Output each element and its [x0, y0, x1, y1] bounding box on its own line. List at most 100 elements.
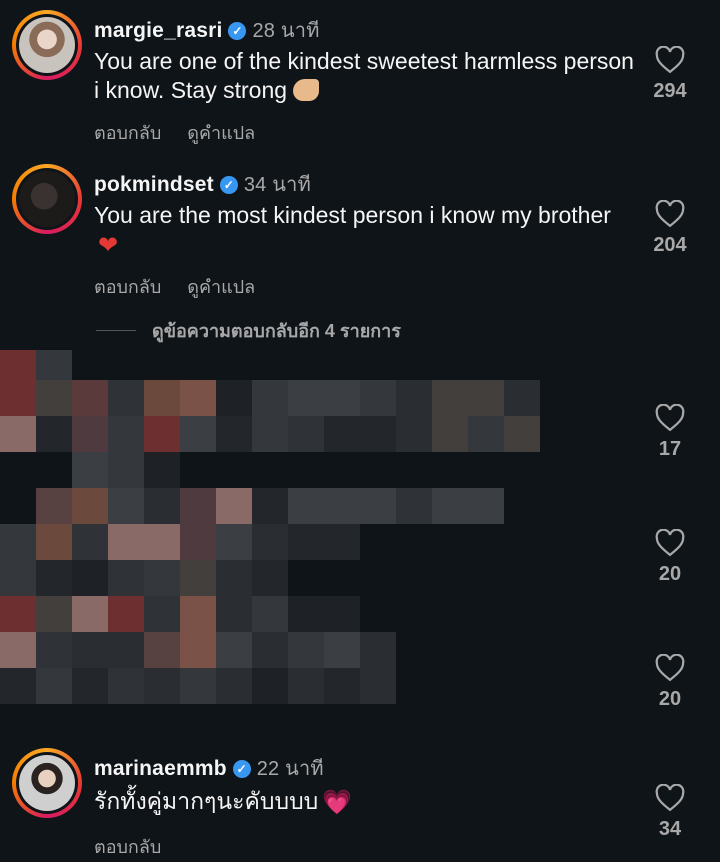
pixel-block [72, 524, 108, 560]
pixel-block [288, 524, 324, 560]
pixel-block [72, 416, 108, 452]
see-translation-button[interactable]: ดูคำแปล [187, 123, 255, 143]
pixel-block [504, 380, 540, 416]
like-area: 204 [640, 200, 700, 257]
pixel-block [72, 488, 108, 524]
pixel-block [72, 380, 108, 416]
pixel-block [216, 524, 252, 560]
pixel-block [36, 596, 72, 632]
pixel-block [504, 416, 540, 452]
heart-icon[interactable] [655, 404, 685, 432]
pixel-block [432, 488, 468, 524]
avatar[interactable] [12, 10, 82, 80]
pixel-block [0, 380, 36, 416]
view-more-replies-button[interactable]: ดูข้อความตอบกลับอีก 4 รายการ [96, 316, 401, 345]
avatar[interactable] [12, 748, 82, 818]
flexed-biceps-icon [293, 79, 320, 101]
pixel-block [180, 380, 216, 416]
heart-icon[interactable] [655, 529, 685, 557]
pixel-block [468, 416, 504, 452]
pixel-block [144, 596, 180, 632]
pixel-block [324, 380, 360, 416]
pixel-block [144, 632, 180, 668]
pixel-block [252, 416, 288, 452]
verified-badge-icon: ✓ [232, 760, 251, 778]
pixel-block [72, 452, 108, 488]
pixel-block [108, 488, 144, 524]
pixel-block [144, 524, 180, 560]
like-count: 34 [658, 818, 682, 840]
pixel-block [216, 632, 252, 668]
timestamp: 22 นาที [256, 758, 324, 780]
pixel-block [72, 560, 108, 596]
pixelated-censored-content [0, 350, 560, 720]
pixel-block [468, 488, 504, 524]
pixel-block [360, 416, 396, 452]
heart-icon[interactable] [655, 200, 685, 228]
like-area: 17 [640, 404, 700, 461]
reply-button[interactable]: ตอบกลับ [94, 837, 161, 857]
pixel-block [108, 632, 144, 668]
pixel-block [216, 488, 252, 524]
pixel-block [432, 380, 468, 416]
pixel-block [72, 596, 108, 632]
pixel-block [252, 488, 288, 524]
pixel-block [144, 452, 180, 488]
username[interactable]: margie_rasri [94, 19, 222, 42]
timestamp: 28 นาที [252, 20, 320, 42]
pixel-block [252, 524, 288, 560]
reply-button[interactable]: ตอบกลับ [94, 277, 161, 297]
pixel-block [288, 596, 324, 632]
heart-icon[interactable] [655, 784, 685, 812]
avatar[interactable] [12, 164, 82, 234]
like-area: 20 [640, 529, 700, 586]
like-count: 294 [653, 80, 687, 102]
pixel-block [108, 596, 144, 632]
username[interactable]: marinaemmb [94, 757, 227, 780]
pixel-block [288, 416, 324, 452]
pixel-block [72, 632, 108, 668]
heart-icon[interactable] [655, 654, 685, 682]
like-area: 294 [640, 46, 700, 103]
pixel-block [216, 668, 252, 704]
pixel-block [288, 380, 324, 416]
comment-text: You are one of the kindest sweetest harm… [94, 48, 634, 103]
pixel-block [108, 560, 144, 596]
pixel-block [0, 632, 36, 668]
pixel-block [0, 596, 36, 632]
pixel-block [0, 416, 36, 452]
pixel-block [36, 488, 72, 524]
pixel-block [396, 488, 432, 524]
like-count: 20 [658, 563, 682, 585]
pixel-block [432, 416, 468, 452]
sparkling-heart-icon: 💗 [322, 789, 353, 816]
pixel-block [360, 380, 396, 416]
pixel-block [108, 524, 144, 560]
pixel-block [252, 560, 288, 596]
see-translation-button[interactable]: ดูคำแปล [187, 277, 255, 297]
pixel-block [108, 380, 144, 416]
pixel-block [36, 632, 72, 668]
pixel-block [180, 416, 216, 452]
like-count: 17 [658, 438, 682, 460]
pixel-block [252, 380, 288, 416]
red-heart-icon: ❤ [98, 232, 119, 259]
pixel-block [180, 632, 216, 668]
pixel-block [144, 488, 180, 524]
pixel-block [108, 452, 144, 488]
reply-button[interactable]: ตอบกลับ [94, 123, 161, 143]
pixel-block [180, 524, 216, 560]
pixel-block [144, 560, 180, 596]
pixel-block [36, 416, 72, 452]
pixel-block [36, 524, 72, 560]
pixel-block [108, 668, 144, 704]
pixel-block [360, 488, 396, 524]
pixel-block [324, 596, 360, 632]
verified-badge-icon: ✓ [219, 176, 238, 194]
like-count: 204 [653, 234, 687, 256]
heart-icon[interactable] [655, 46, 685, 74]
username[interactable]: pokmindset [94, 173, 214, 196]
pixel-block [180, 596, 216, 632]
pixel-block [144, 668, 180, 704]
pixel-block [252, 668, 288, 704]
